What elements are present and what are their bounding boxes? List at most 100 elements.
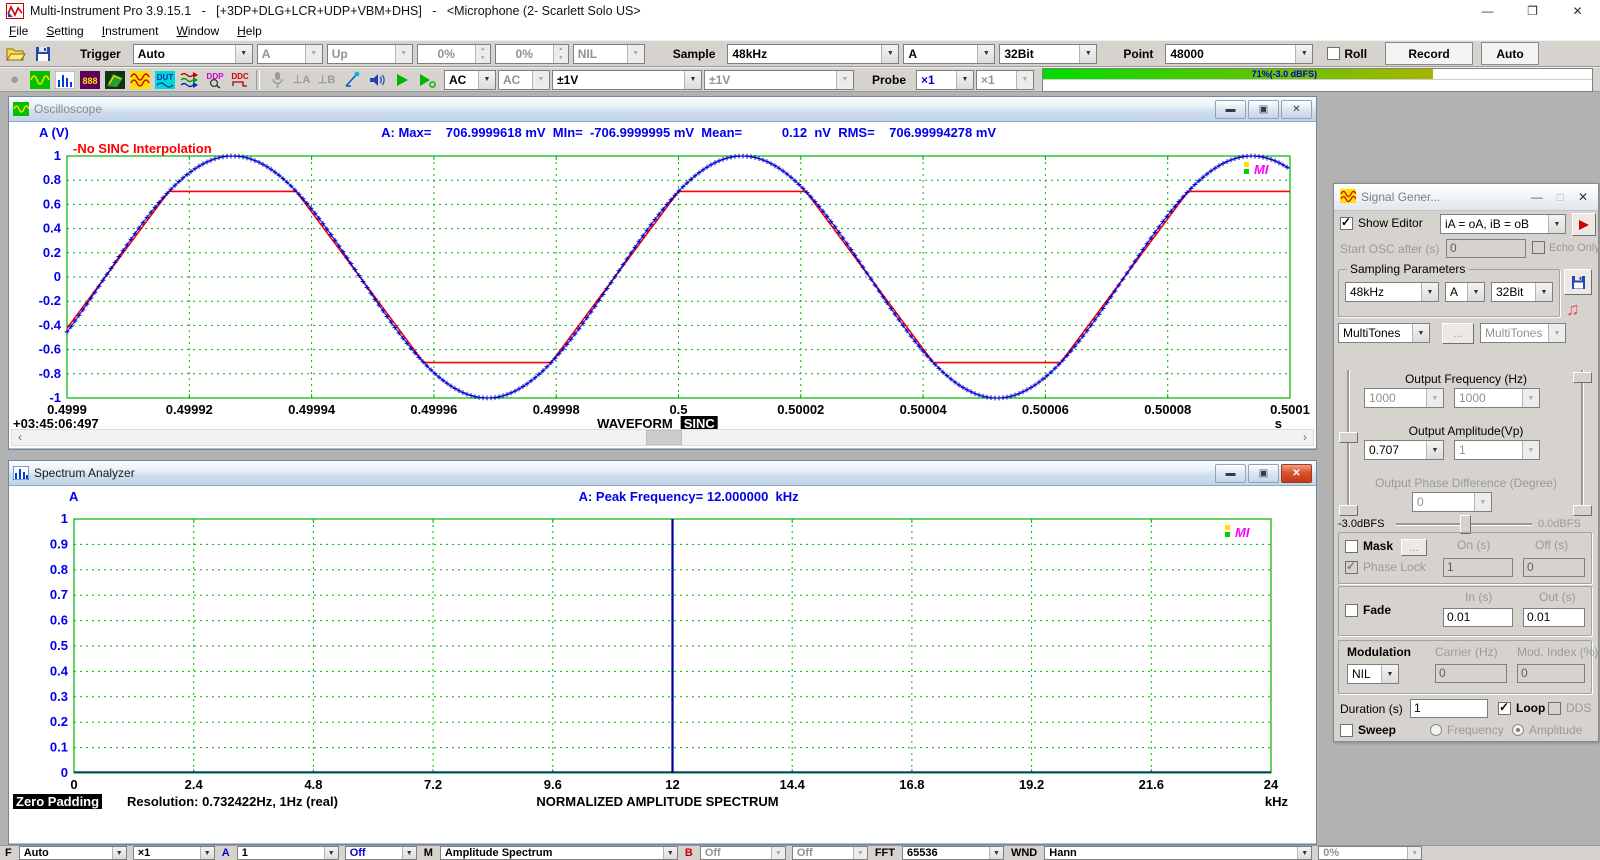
run-icon[interactable] [390, 69, 413, 91]
oscilloscope-hscrollbar[interactable]: ‹ › [11, 429, 1314, 446]
record-button[interactable]: Record [1385, 42, 1473, 65]
trigger-delay-spinner[interactable]: 0%▲▼ [495, 44, 569, 64]
sound-output-icon[interactable] [365, 69, 388, 91]
menu-file[interactable]: File [0, 24, 37, 38]
spin-up-icon[interactable]: ▲ [554, 45, 568, 54]
chevron-down-icon[interactable]: ▼ [1295, 45, 1312, 63]
spin-down-icon[interactable]: ▼ [476, 54, 490, 63]
coupling-b-select[interactable]: AC▼ [498, 70, 550, 90]
run-restart-icon[interactable] [415, 69, 438, 91]
trigger-source-select[interactable]: A▼ [257, 44, 323, 64]
ddp-viewer-icon[interactable]: DDP [203, 69, 226, 91]
point-count-select[interactable]: 48000▼ [1165, 44, 1313, 64]
oscilloscope-titlebar[interactable]: Oscilloscope ▬ ▣ ✕ [9, 97, 1316, 122]
chevron-down-icon[interactable]: ▼ [324, 847, 338, 859]
range-b-select[interactable]: ±1V▼ [704, 70, 854, 90]
menu-window[interactable]: Window [167, 24, 228, 38]
ddc-icon[interactable]: DDC [228, 69, 251, 91]
chevron-down-icon[interactable]: ▼ [956, 71, 973, 89]
menu-setting[interactable]: Setting [37, 24, 92, 38]
chevron-down-icon[interactable]: ▼ [235, 45, 252, 63]
trigger-ref-select[interactable]: NIL▼ [573, 44, 645, 64]
fft-size-select[interactable]: 65536▼ [902, 846, 1004, 860]
scrollbar-thumb[interactable] [646, 430, 682, 445]
routing-select[interactable]: iA = oA, iB = oB▼ [1440, 214, 1566, 234]
start-osc-input[interactable]: 0 [1446, 239, 1526, 258]
chevron-down-icon[interactable]: ▼ [1467, 283, 1484, 301]
oscilloscope-icon[interactable] [28, 69, 51, 91]
range-a-select[interactable]: ±1V▼ [552, 70, 702, 90]
chevron-down-icon[interactable]: ▼ [1412, 324, 1429, 342]
chevron-down-icon[interactable]: ▼ [200, 847, 214, 859]
amplitude-a-select[interactable]: 0.707▼ [1364, 440, 1444, 460]
probe-a-select[interactable]: ×1▼ [916, 70, 974, 90]
close-icon[interactable]: ✕ [1281, 464, 1312, 483]
fade-in-input[interactable]: 0.01 [1443, 608, 1513, 627]
show-editor-checkbox[interactable] [1340, 217, 1353, 230]
spectrum-analyzer-icon[interactable] [53, 69, 76, 91]
spin-down-icon[interactable]: ▼ [554, 54, 568, 63]
close-icon[interactable]: ✕ [1578, 190, 1588, 204]
mask-checkbox[interactable] [1345, 540, 1358, 553]
fade-checkbox[interactable] [1345, 604, 1358, 617]
x-multiplier-select[interactable]: ×1▼ [133, 846, 215, 860]
freq-axis-select[interactable]: Auto▼ [19, 846, 127, 860]
signal-generator-icon[interactable] [128, 69, 151, 91]
chevron-down-icon[interactable]: ▼ [1535, 283, 1552, 301]
duration-input[interactable]: 1 [1410, 699, 1488, 718]
derived-data-curve-icon[interactable] [178, 69, 201, 91]
probe-b-select[interactable]: ×1▼ [976, 70, 1034, 90]
trigger-mode-select[interactable]: Auto▼ [133, 44, 253, 64]
wave-editor-button[interactable]: ... [1442, 323, 1474, 344]
chevron-down-icon[interactable]: ▼ [1421, 283, 1438, 301]
restore-icon[interactable]: ▣ [1248, 100, 1279, 119]
fade-out-input[interactable]: 0.01 [1523, 608, 1585, 627]
waveform-a-select[interactable]: MultiTones▼ [1338, 323, 1430, 343]
generator-channel-select[interactable]: A▼ [1445, 282, 1485, 302]
generator-run-button[interactable] [1572, 213, 1596, 236]
minimize-icon[interactable]: ▬ [1215, 100, 1246, 119]
modulation-type-select[interactable]: NIL▼ [1347, 664, 1399, 684]
menu-instrument[interactable]: Instrument [93, 24, 168, 38]
close-icon[interactable]: ✕ [1555, 0, 1600, 22]
chevron-down-icon[interactable]: ▼ [1548, 215, 1565, 233]
chevron-down-icon[interactable]: ▼ [478, 71, 495, 89]
a-gain-select[interactable]: 1▼ [237, 846, 339, 860]
chevron-down-icon[interactable]: ▼ [977, 45, 994, 63]
music-note-icon[interactable]: ♫ [1566, 299, 1580, 320]
frequency-a-slider[interactable] [1338, 370, 1357, 514]
minimize-icon[interactable]: — [1465, 0, 1510, 22]
chevron-down-icon[interactable]: ▼ [663, 847, 677, 859]
menu-help[interactable]: Help [228, 24, 271, 38]
multimeter-icon[interactable]: 888 [78, 69, 101, 91]
spectrum-titlebar[interactable]: Spectrum Analyzer ▬ ▣ ✕ [9, 461, 1316, 486]
minimize-icon[interactable]: ▬ [1215, 464, 1246, 483]
trigger-level-spinner[interactable]: 0%▲▼ [417, 44, 491, 64]
chevron-down-icon[interactable]: ▼ [112, 847, 126, 859]
coupling-a-select[interactable]: AC▼ [444, 70, 496, 90]
minimize-icon[interactable]: — [1531, 190, 1543, 204]
chevron-down-icon[interactable]: ▼ [989, 847, 1003, 859]
bit-depth-select[interactable]: 32Bit▼ [999, 44, 1097, 64]
chevron-down-icon[interactable]: ▼ [402, 847, 416, 859]
restore-icon[interactable]: ❐ [1510, 0, 1555, 22]
spin-up-icon[interactable]: ▲ [476, 45, 490, 54]
close-icon[interactable]: ✕ [1281, 100, 1312, 119]
open-file-icon[interactable] [4, 43, 27, 65]
auto-scale-button[interactable]: Auto [1481, 42, 1539, 65]
analysis-mode-select[interactable]: Amplitude Spectrum▼ [440, 846, 678, 860]
device-test-plan-icon[interactable]: DUT [153, 69, 176, 91]
window-function-select[interactable]: Hann▼ [1044, 846, 1312, 860]
roll-checkbox[interactable] [1327, 47, 1340, 60]
scroll-left-icon[interactable]: ‹ [12, 431, 28, 444]
scroll-right-icon[interactable]: › [1297, 431, 1313, 444]
chevron-down-icon[interactable]: ▼ [684, 71, 701, 89]
probe-calibration-icon[interactable] [340, 69, 363, 91]
zero-padding-badge[interactable]: Zero Padding [13, 794, 102, 809]
chevron-down-icon[interactable]: ▼ [1381, 665, 1398, 683]
a-persistence-select[interactable]: Off▼ [345, 846, 417, 860]
save-icon[interactable] [31, 43, 54, 65]
trigger-edge-select[interactable]: Up▼ [327, 44, 413, 64]
dbfs-slider[interactable] [1396, 514, 1532, 533]
chevron-down-icon[interactable]: ▼ [1297, 847, 1311, 859]
